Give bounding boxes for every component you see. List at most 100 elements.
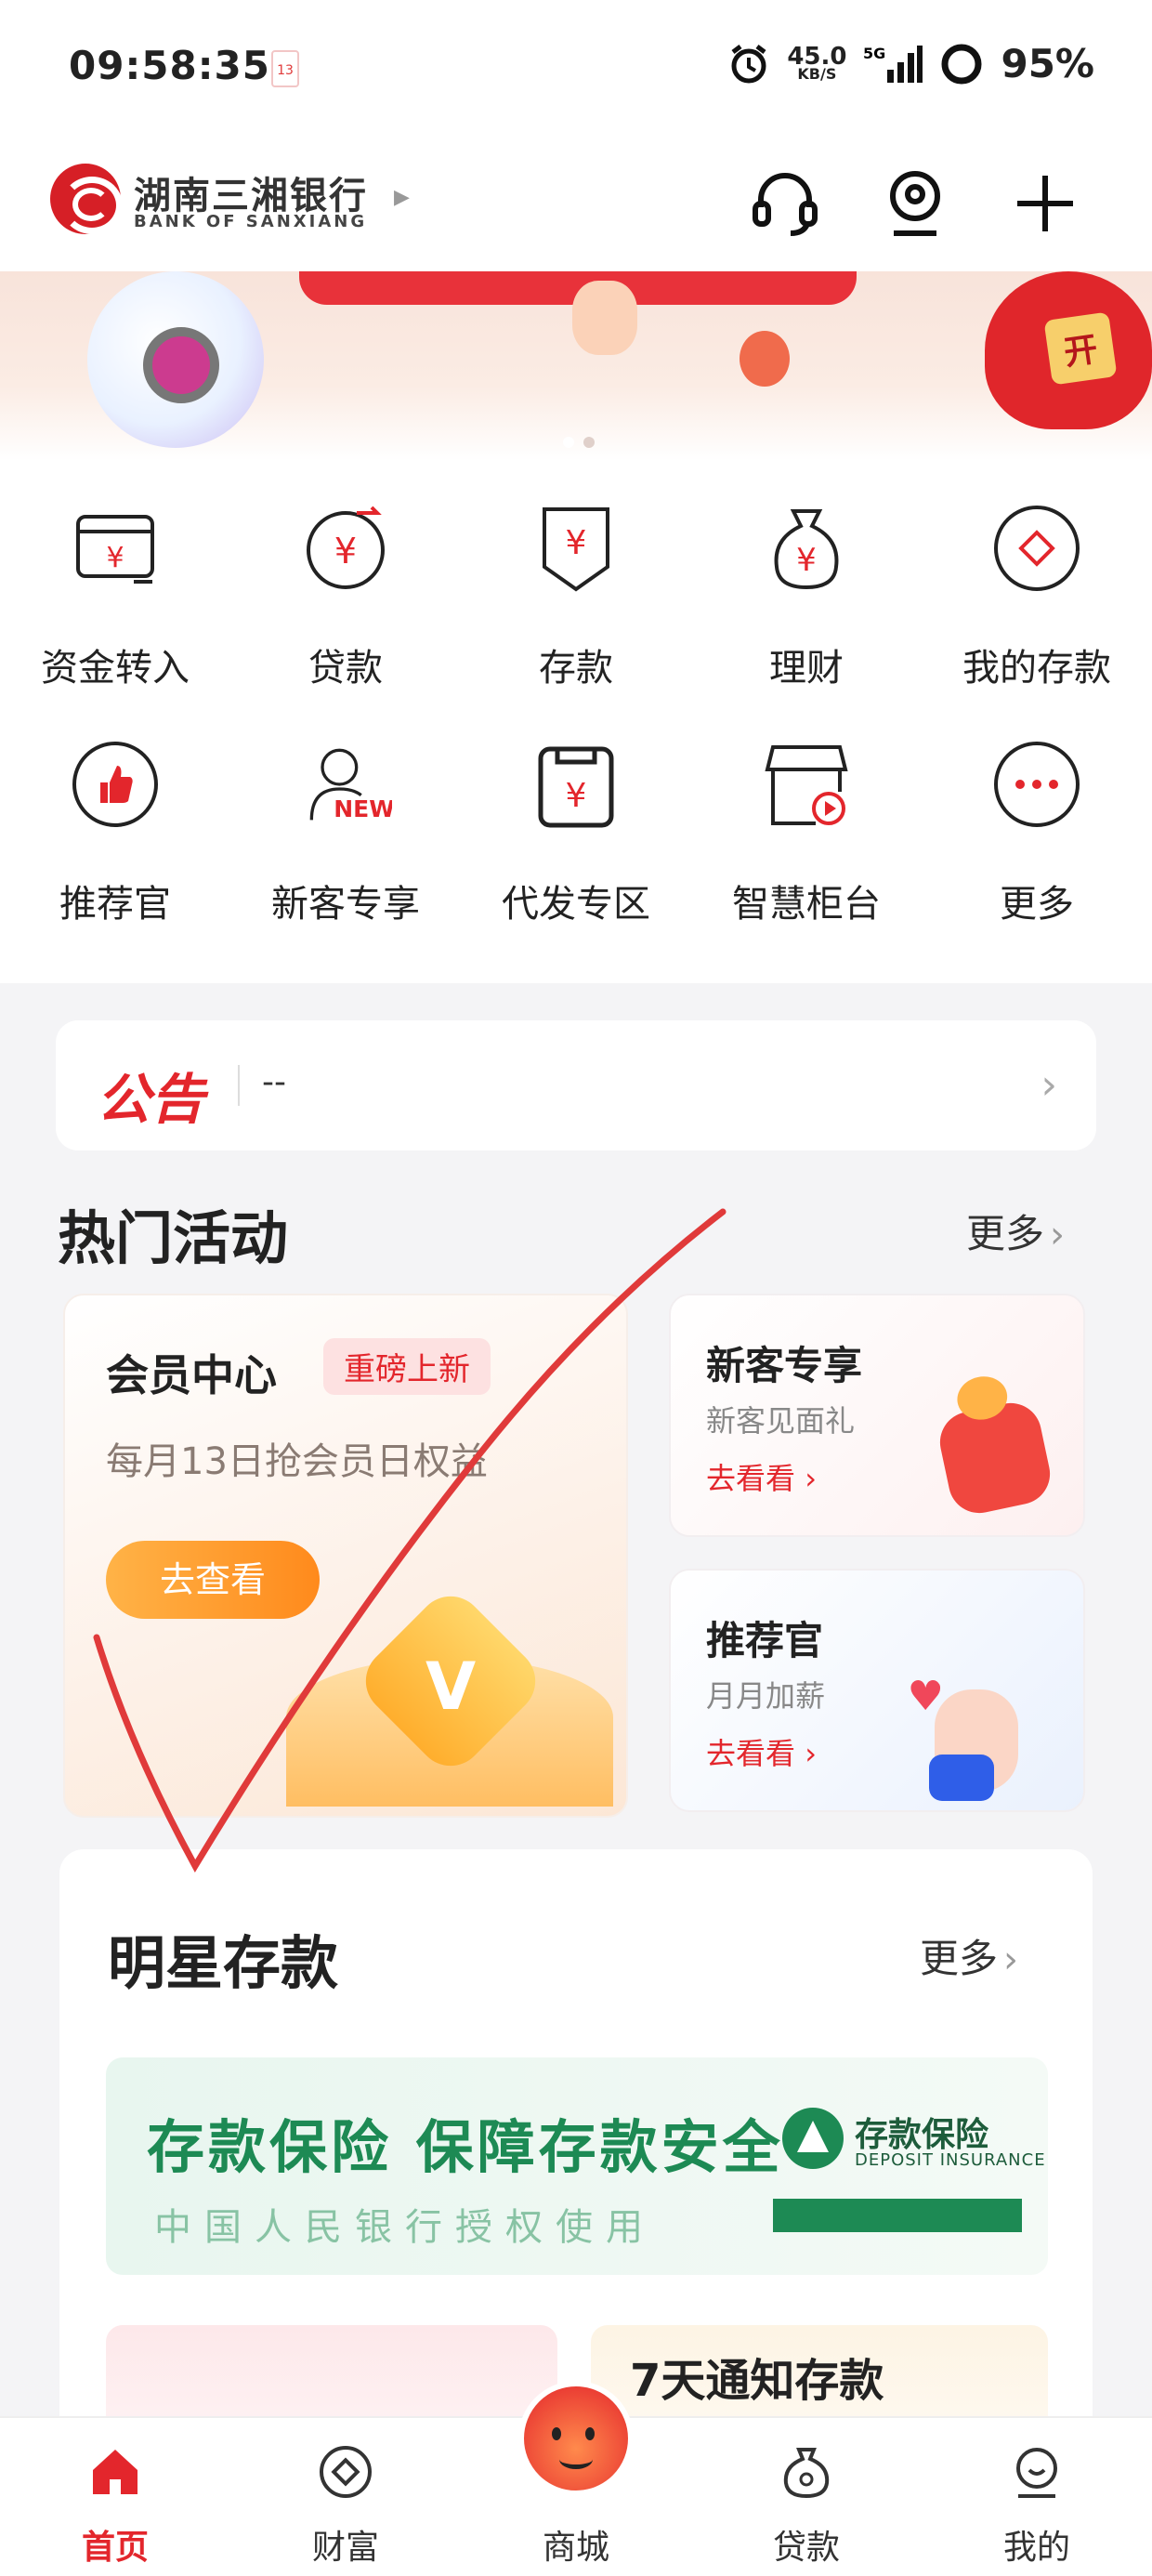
tab-label: 财富 <box>311 2529 379 2567</box>
chevron-right-icon: › <box>805 1461 817 1496</box>
yuan-shield-icon: ¥ <box>530 502 622 595</box>
action-label: 更多 <box>1000 883 1074 926</box>
action-recommender[interactable]: 推荐官 <box>0 697 230 926</box>
new-customer-link[interactable]: 去看看 › <box>706 1455 817 1498</box>
more-dots-icon <box>990 738 1083 831</box>
action-label: 新客专享 <box>271 883 420 926</box>
yuan-card-icon: ¥ <box>69 502 162 595</box>
customer-service-button[interactable] <box>743 162 827 245</box>
plus-icon <box>1017 176 1073 231</box>
action-label: 贷款 <box>308 647 383 690</box>
money-bag-icon: ¥ <box>760 502 853 595</box>
profile-scan-button[interactable] <box>873 162 957 245</box>
chevron-right-icon: › <box>1050 1214 1066 1256</box>
yuan-envelope-icon: ¥ <box>530 738 622 831</box>
insurance-headline: 存款保险 保障存款安全 <box>147 2113 784 2181</box>
action-label: 推荐官 <box>59 883 171 926</box>
hair-dryer-prize-image <box>87 271 264 448</box>
recommender-title: 推荐官 <box>706 1618 824 1663</box>
insurance-subline: 中国人民银行授权使用 <box>154 2206 656 2249</box>
announcement-bar[interactable]: 公告 -- › <box>56 1020 1096 1150</box>
product-title: 7天通知存款 <box>630 2355 884 2407</box>
star-deposit-more-link[interactable]: 更多 › <box>920 1927 1018 1984</box>
thumbs-up-icon <box>69 738 162 831</box>
signal-5g-icon: 5G <box>863 45 923 83</box>
svg-text:5G: 5G <box>863 45 885 62</box>
action-my-deposits[interactable]: 我的存款 <box>922 461 1152 690</box>
pointing-hand-image <box>572 281 637 355</box>
tab-mine[interactable]: 我的 <box>922 2418 1152 2576</box>
status-time: 09:58:35 <box>69 43 270 88</box>
action-wealth-management[interactable]: ¥ 理财 <box>691 461 922 690</box>
app-header: 湖南三湘银行 BANK OF SANXIANG ▶ <box>0 139 1152 271</box>
tab-wealth[interactable]: 财富 <box>230 2418 461 2576</box>
user-icon <box>890 171 940 236</box>
svg-text:¥: ¥ <box>566 777 587 815</box>
svg-text:¥: ¥ <box>796 542 817 579</box>
new-customer-subtitle: 新客见面礼 <box>706 1403 856 1439</box>
bank-switch-arrow-icon[interactable]: ▶ <box>394 186 410 209</box>
member-center-card[interactable]: 会员中心 重磅上新 每月13日抢会员日权益 去查看 V <box>63 1294 628 1818</box>
divider <box>238 1065 240 1106</box>
status-bar: 09:58:35 13 45.0 KB/S 5G 95% <box>0 0 1152 139</box>
battery-percent: 95% <box>1001 41 1094 86</box>
svg-text:¥: ¥ <box>334 531 357 572</box>
headset-icon <box>753 173 818 236</box>
bank-name-en: BANK OF SANXIANG <box>134 212 368 231</box>
tab-loan[interactable]: 贷款 <box>691 2418 922 2576</box>
recommender-card[interactable]: 推荐官 月月加薪 去看看 › ♥ <box>669 1569 1085 1812</box>
home-icon <box>87 2444 143 2500</box>
more-label: 更多 <box>966 1211 1045 1256</box>
chevron-right-icon: › <box>1003 1939 1019 1981</box>
deposit-insurance-banner[interactable]: 存款保险 保障存款安全 中国人民银行授权使用 存款保险 DEPOSIT INSU… <box>106 2057 1048 2275</box>
action-payroll-zone[interactable]: ¥ 代发专区 <box>461 697 691 926</box>
member-view-button[interactable]: 去查看 <box>106 1541 320 1619</box>
quick-action-grid: ¥ 资金转入 ¥ 贷款 ¥ 存款 ¥ 理财 我的存款 推荐官 NEW 新客专享 … <box>0 461 1152 983</box>
svg-text:¥: ¥ <box>106 542 124 574</box>
lantern-image <box>740 331 790 387</box>
network-speed: 45.0 KB/S <box>787 45 846 82</box>
add-button[interactable] <box>1003 162 1087 245</box>
chevron-right-icon: › <box>1041 1061 1057 1109</box>
member-card-badge: 重磅上新 <box>323 1338 491 1395</box>
deposit-insurance-logo-icon <box>782 2108 844 2169</box>
action-new-customer[interactable]: NEW 新客专享 <box>230 697 461 926</box>
mall-mascot-icon[interactable] <box>518 2381 634 2496</box>
status-indicators: 45.0 KB/S 5G 95% <box>727 41 1094 86</box>
chevron-right-icon: › <box>805 1736 817 1771</box>
action-smart-counter[interactable]: 智慧柜台 <box>691 697 922 926</box>
action-label: 智慧柜台 <box>732 883 881 926</box>
more-label: 更多 <box>920 1936 999 1981</box>
svg-text:¥: ¥ <box>566 524 587 562</box>
insurance-logo-cn: 存款保险 <box>855 2116 989 2154</box>
recommender-link[interactable]: 去看看 › <box>706 1730 817 1773</box>
wealth-icon <box>318 2444 373 2500</box>
action-more[interactable]: 更多 <box>922 697 1152 926</box>
hot-activities-title: 热门活动 <box>58 1204 289 1272</box>
member-card-subtitle: 每月13日抢会员日权益 <box>106 1440 488 1483</box>
promo-banner[interactable]: 开 <box>0 271 1152 461</box>
tab-label: 贷款 <box>772 2529 840 2567</box>
action-deposit[interactable]: ¥ 存款 <box>461 461 691 690</box>
yuan-cycle-icon: ¥ <box>299 502 392 595</box>
alarm-icon <box>731 44 766 83</box>
battery-ring-icon <box>941 44 982 84</box>
link-label: 去看看 <box>706 1736 796 1771</box>
action-fund-transfer-in[interactable]: ¥ 资金转入 <box>0 461 230 690</box>
action-label: 资金转入 <box>41 647 190 690</box>
diamond-icon <box>990 502 1083 595</box>
kiosk-icon <box>760 738 853 831</box>
action-loan[interactable]: ¥ 贷款 <box>230 461 461 690</box>
tab-home[interactable]: 首页 <box>0 2418 230 2576</box>
hot-activities-more-link[interactable]: 更多 › <box>966 1203 1065 1259</box>
recommender-subtitle: 月月加薪 <box>706 1678 826 1714</box>
tab-label: 商城 <box>542 2529 609 2567</box>
vip-v-icon: V <box>425 1649 477 1725</box>
member-card-title: 会员中心 <box>106 1350 277 1400</box>
announcement-title: 公告 <box>97 1068 205 1131</box>
insurance-logo-en: DEPOSIT INSURANCE <box>855 2150 1046 2170</box>
banner-pager <box>563 437 595 448</box>
new-customer-card[interactable]: 新客专享 新客见面礼 去看看 › <box>669 1294 1085 1537</box>
lucky-bag-open-icon: 开 <box>1043 311 1118 386</box>
new-user-icon: NEW <box>299 738 392 831</box>
